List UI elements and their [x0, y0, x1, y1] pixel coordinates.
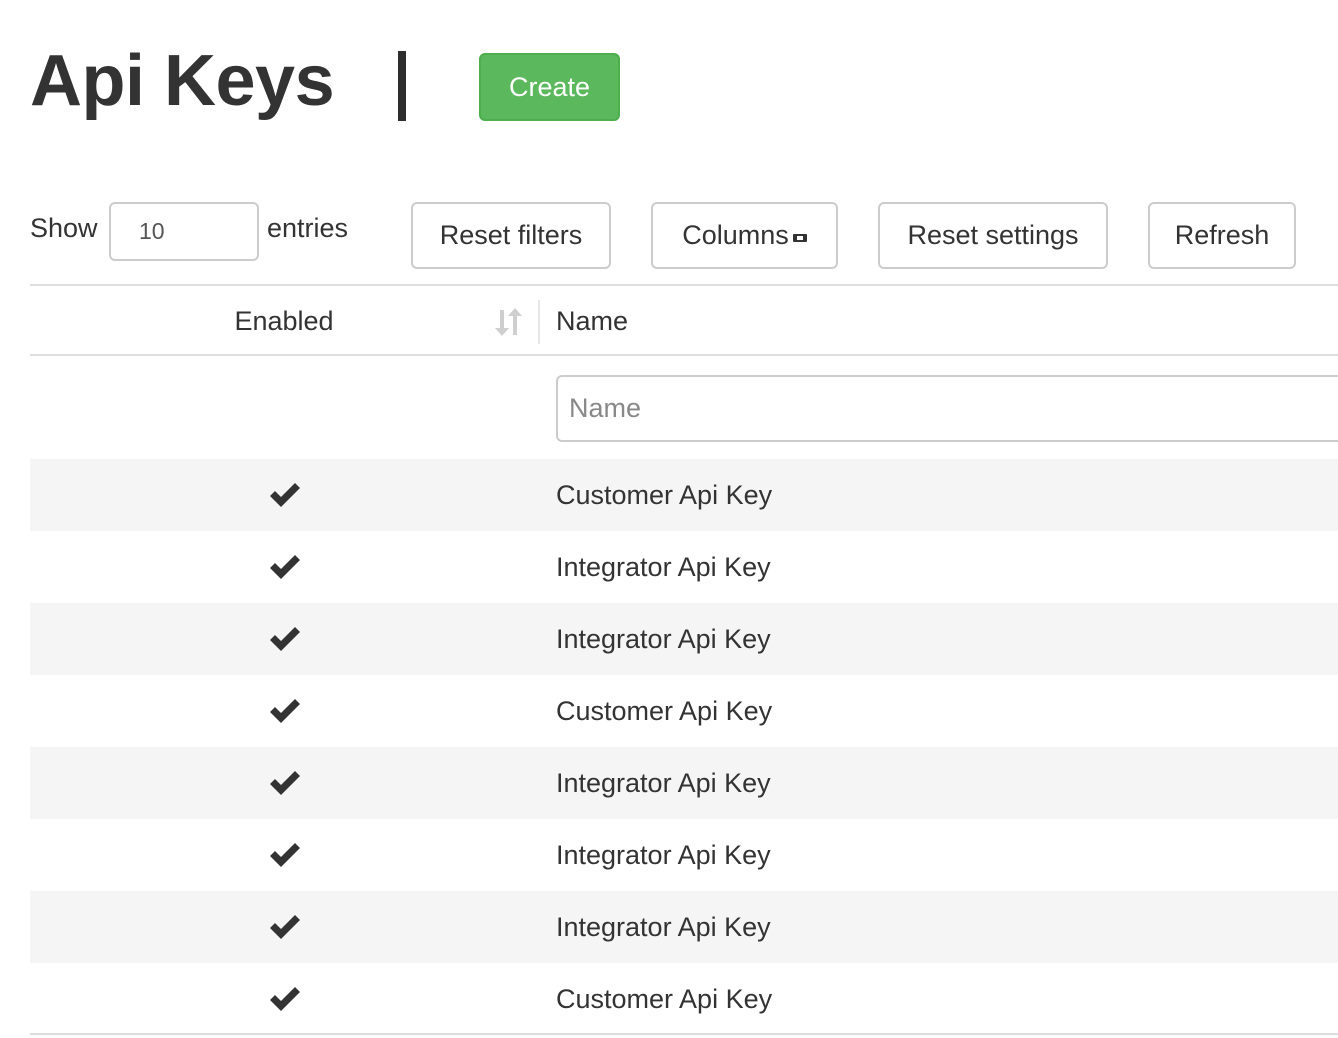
table-row[interactable]: Integrator Api Key	[30, 891, 1338, 963]
column-header-name[interactable]: Name	[556, 286, 628, 356]
show-label: Show	[30, 213, 98, 243]
name-cell: Integrator Api Key	[556, 767, 771, 798]
create-button[interactable]: Create	[479, 53, 620, 121]
check-icon	[270, 915, 300, 939]
name-cell: Customer Api Key	[556, 695, 773, 726]
api-keys-table: Enabled Name Customer Api Key Integrator …	[30, 284, 1338, 1035]
check-icon	[270, 699, 300, 723]
name-cell: Integrator Api Key	[556, 623, 771, 654]
columns-button[interactable]: Columns	[651, 202, 838, 269]
filter-row	[30, 356, 1338, 459]
table-header-row: Enabled Name	[30, 284, 1338, 356]
title-divider	[398, 51, 406, 121]
reset-filters-button[interactable]: Reset filters	[411, 202, 611, 269]
table-row[interactable]: Customer Api Key	[30, 675, 1338, 747]
name-cell: Integrator Api Key	[556, 839, 771, 870]
table-row[interactable]: Integrator Api Key	[30, 531, 1338, 603]
name-filter-input[interactable]	[556, 375, 1338, 442]
reset-settings-button[interactable]: Reset settings	[878, 202, 1108, 269]
check-icon	[270, 843, 300, 867]
table-row[interactable]: Integrator Api Key	[30, 819, 1338, 891]
name-cell: Customer Api Key	[556, 983, 773, 1014]
table-row[interactable]: Integrator Api Key	[30, 603, 1338, 675]
check-icon	[270, 771, 300, 795]
entries-length-select[interactable]: 10	[109, 202, 259, 261]
check-icon	[270, 627, 300, 651]
column-header-enabled[interactable]: Enabled	[30, 286, 538, 356]
name-cell: Customer Api Key	[556, 479, 773, 510]
name-cell: Integrator Api Key	[556, 551, 771, 582]
table-row[interactable]: Customer Api Key	[30, 963, 1338, 1035]
page-title: Api Keys	[30, 41, 335, 121]
caret-icon	[792, 233, 807, 242]
refresh-button[interactable]: Refresh	[1148, 202, 1296, 269]
sort-icon[interactable]	[494, 306, 524, 338]
column-separator	[538, 300, 540, 344]
check-icon	[270, 987, 300, 1011]
table-row[interactable]: Integrator Api Key	[30, 747, 1338, 819]
check-icon	[270, 483, 300, 507]
columns-button-label: Columns	[682, 220, 789, 250]
table-body: Customer Api Key Integrator Api Key Integr…	[30, 459, 1338, 1035]
table-row[interactable]: Customer Api Key	[30, 459, 1338, 531]
entries-length-value: 10	[139, 218, 165, 244]
check-icon	[270, 555, 300, 579]
entries-label: entries	[267, 213, 349, 243]
name-cell: Integrator Api Key	[556, 911, 771, 942]
